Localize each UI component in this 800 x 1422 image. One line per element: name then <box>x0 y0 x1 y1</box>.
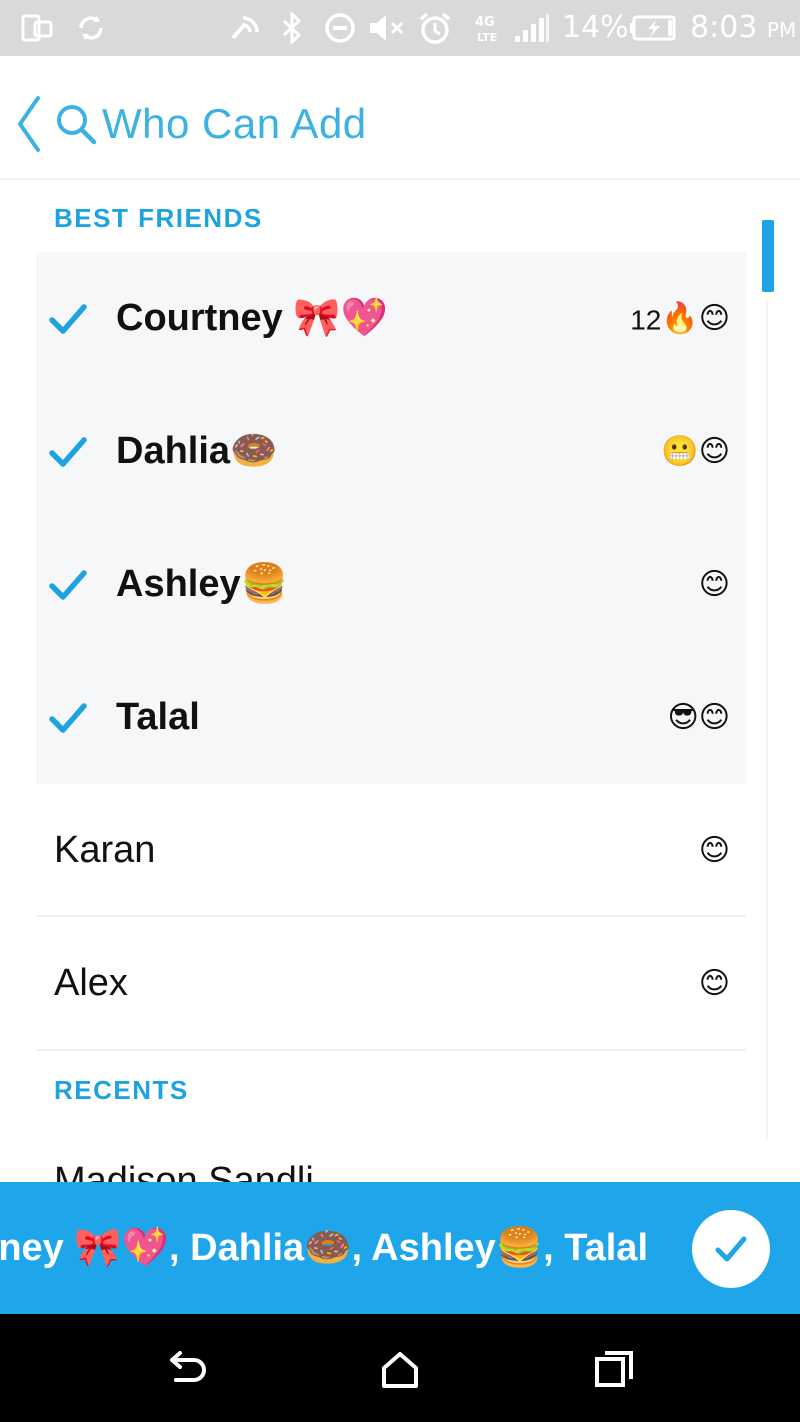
friend-emojis: 12🔥😊 <box>630 252 730 385</box>
friend-name: Talal <box>116 696 200 738</box>
status-bar: 4G LTE 14% 8:03 PM <box>0 0 800 56</box>
chevron-left-icon <box>18 96 40 152</box>
friend-emoji-badges: 😊 <box>698 834 730 867</box>
checkmark-icon <box>715 1236 747 1262</box>
checkmark-icon <box>49 303 87 334</box>
friend-row-talal[interactable]: Talal 😎😊 <box>36 651 746 784</box>
friend-row-dahlia[interactable]: Dahlia🍩 😬😊 <box>36 385 746 518</box>
nfc-icon <box>228 10 264 46</box>
page-title: Who Can Add <box>102 100 367 147</box>
friend-name: Karan <box>54 829 156 871</box>
checkmark-icon <box>49 569 87 600</box>
do-not-disturb-icon <box>322 10 358 46</box>
svg-text:LTE: LTE <box>477 31 497 44</box>
friend-emoji-badges: 😬😊 <box>661 435 730 468</box>
screen-mirror-icon <box>20 10 54 46</box>
svg-text:4G: 4G <box>475 15 495 30</box>
section-header-recents: RECENTS <box>54 1075 189 1105</box>
friend-emoji-badges: 😎😊 <box>667 701 730 734</box>
sync-icon <box>74 10 108 46</box>
home-icon[interactable] <box>378 1348 422 1392</box>
selection-bar: Courtney 🎀💖, Dahlia🍩, Ashley🍔, Talal <box>0 1182 800 1314</box>
scrollbar-thumb[interactable] <box>762 220 774 292</box>
checkmark-icon <box>49 436 87 467</box>
navigation-bar <box>0 1314 800 1422</box>
friend-row-ashley[interactable]: Ashley🍔 😊 <box>36 518 746 651</box>
bluetooth-icon <box>278 10 306 46</box>
friend-row-courtney[interactable]: Courtney 🎀💖 12🔥😊 <box>36 252 746 385</box>
friend-name: Courtney 🎀💖 <box>116 297 388 339</box>
clock: 8:03 PM <box>690 10 797 45</box>
friend-emoji-badges: 😊 <box>698 967 730 1000</box>
recents-icon[interactable] <box>592 1348 636 1392</box>
back-button[interactable] <box>12 94 46 154</box>
friend-row-karan[interactable]: Karan 😊 <box>36 784 746 917</box>
row-divider <box>36 1049 746 1051</box>
streak-count: 12 <box>630 304 662 336</box>
scrollbar-track <box>766 300 768 1140</box>
checkmark-icon <box>49 702 87 733</box>
mute-icon <box>366 10 408 46</box>
signal-icon <box>512 10 552 46</box>
friend-name: Ashley🍔 <box>116 563 288 605</box>
section-header-best-friends: BEST FRIENDS <box>54 203 263 233</box>
friend-name: Alex <box>54 962 128 1004</box>
confirm-button[interactable] <box>692 1210 770 1288</box>
header: Who Can Add <box>0 56 800 180</box>
back-icon[interactable] <box>166 1348 210 1392</box>
alarm-icon <box>416 10 454 46</box>
battery-percent: 14% <box>562 10 629 45</box>
friend-row-alex[interactable]: Alex 😊 <box>36 917 746 1050</box>
battery-icon <box>630 10 676 46</box>
lte-icon: 4G LTE <box>472 10 502 46</box>
search-icon[interactable] <box>54 102 98 146</box>
selected-friends-summary: Courtney 🎀💖, Dahlia🍩, Ashley🍔, Talal <box>0 1227 648 1269</box>
friend-emoji-badges: 😊 <box>698 568 730 601</box>
friend-name: Dahlia🍩 <box>116 430 278 472</box>
friend-emoji-badges: 🔥😊 <box>661 302 730 335</box>
